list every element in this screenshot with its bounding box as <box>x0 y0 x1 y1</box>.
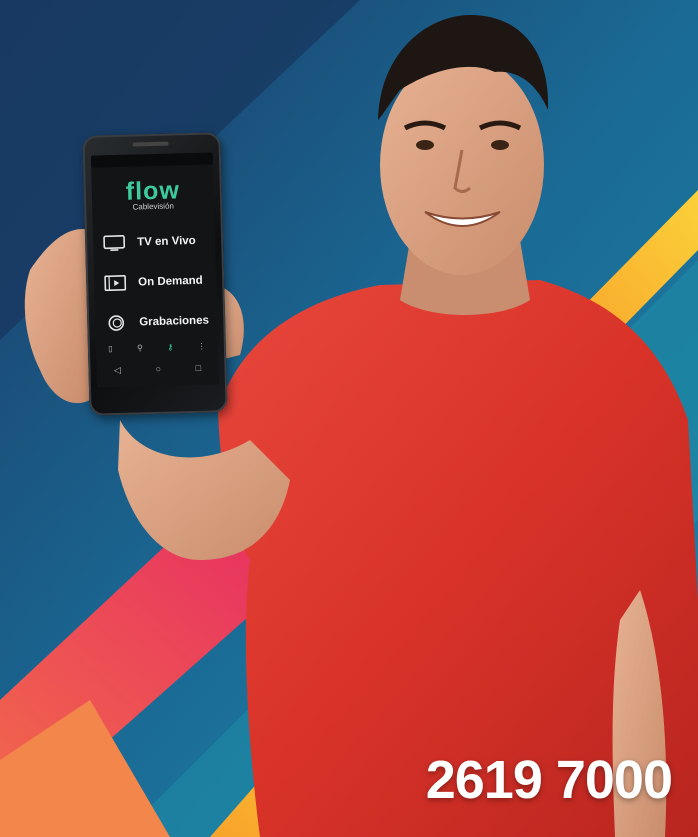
record-icon <box>105 315 127 332</box>
right-eye <box>491 140 509 150</box>
promo-banner: flow Cablevisión TV en Vivo On Demand Gr… <box>0 0 698 837</box>
app-brand: flow Cablevisión <box>92 176 215 213</box>
app-nav-bar: ▯ ⚲ ⚷ ⋮ <box>96 336 218 357</box>
cablevision-subtitle: Cablevisión <box>132 201 175 212</box>
home-circle-icon[interactable]: ○ <box>155 364 161 374</box>
menu-item-label: Grabaciones <box>139 314 210 329</box>
flow-logo: flow <box>125 176 181 206</box>
home-icon[interactable]: ▯ <box>108 344 113 353</box>
tv-icon <box>103 235 126 252</box>
left-eye <box>416 140 434 150</box>
key-icon[interactable]: ⚷ <box>167 342 173 351</box>
phone-speaker <box>132 141 169 147</box>
search-icon[interactable]: ⚲ <box>137 343 143 352</box>
back-icon[interactable]: ◁ <box>114 364 121 375</box>
phone-number: 2619 7000 <box>425 750 673 810</box>
person-illustration <box>24 15 698 837</box>
smartphone: flow Cablevisión TV en Vivo On Demand Gr… <box>82 132 228 416</box>
menu-item-label: On Demand <box>138 274 203 289</box>
hand <box>24 229 90 404</box>
more-icon[interactable]: ⋮ <box>198 341 206 350</box>
play-icon <box>104 275 127 292</box>
status-bar <box>90 152 214 168</box>
system-nav-bar: ◁ ○ □ <box>96 358 218 379</box>
recent-apps-icon[interactable]: □ <box>196 363 202 373</box>
menu-item-on-demand[interactable]: On Demand <box>94 260 217 303</box>
face <box>380 55 544 275</box>
menu-item-tv-en-vivo[interactable]: TV en Vivo <box>93 220 216 263</box>
phone-screen: flow Cablevisión TV en Vivo On Demand Gr… <box>90 152 219 388</box>
app-menu: TV en Vivo On Demand Grabaciones <box>93 220 218 343</box>
menu-item-label: TV en Vivo <box>137 234 196 249</box>
